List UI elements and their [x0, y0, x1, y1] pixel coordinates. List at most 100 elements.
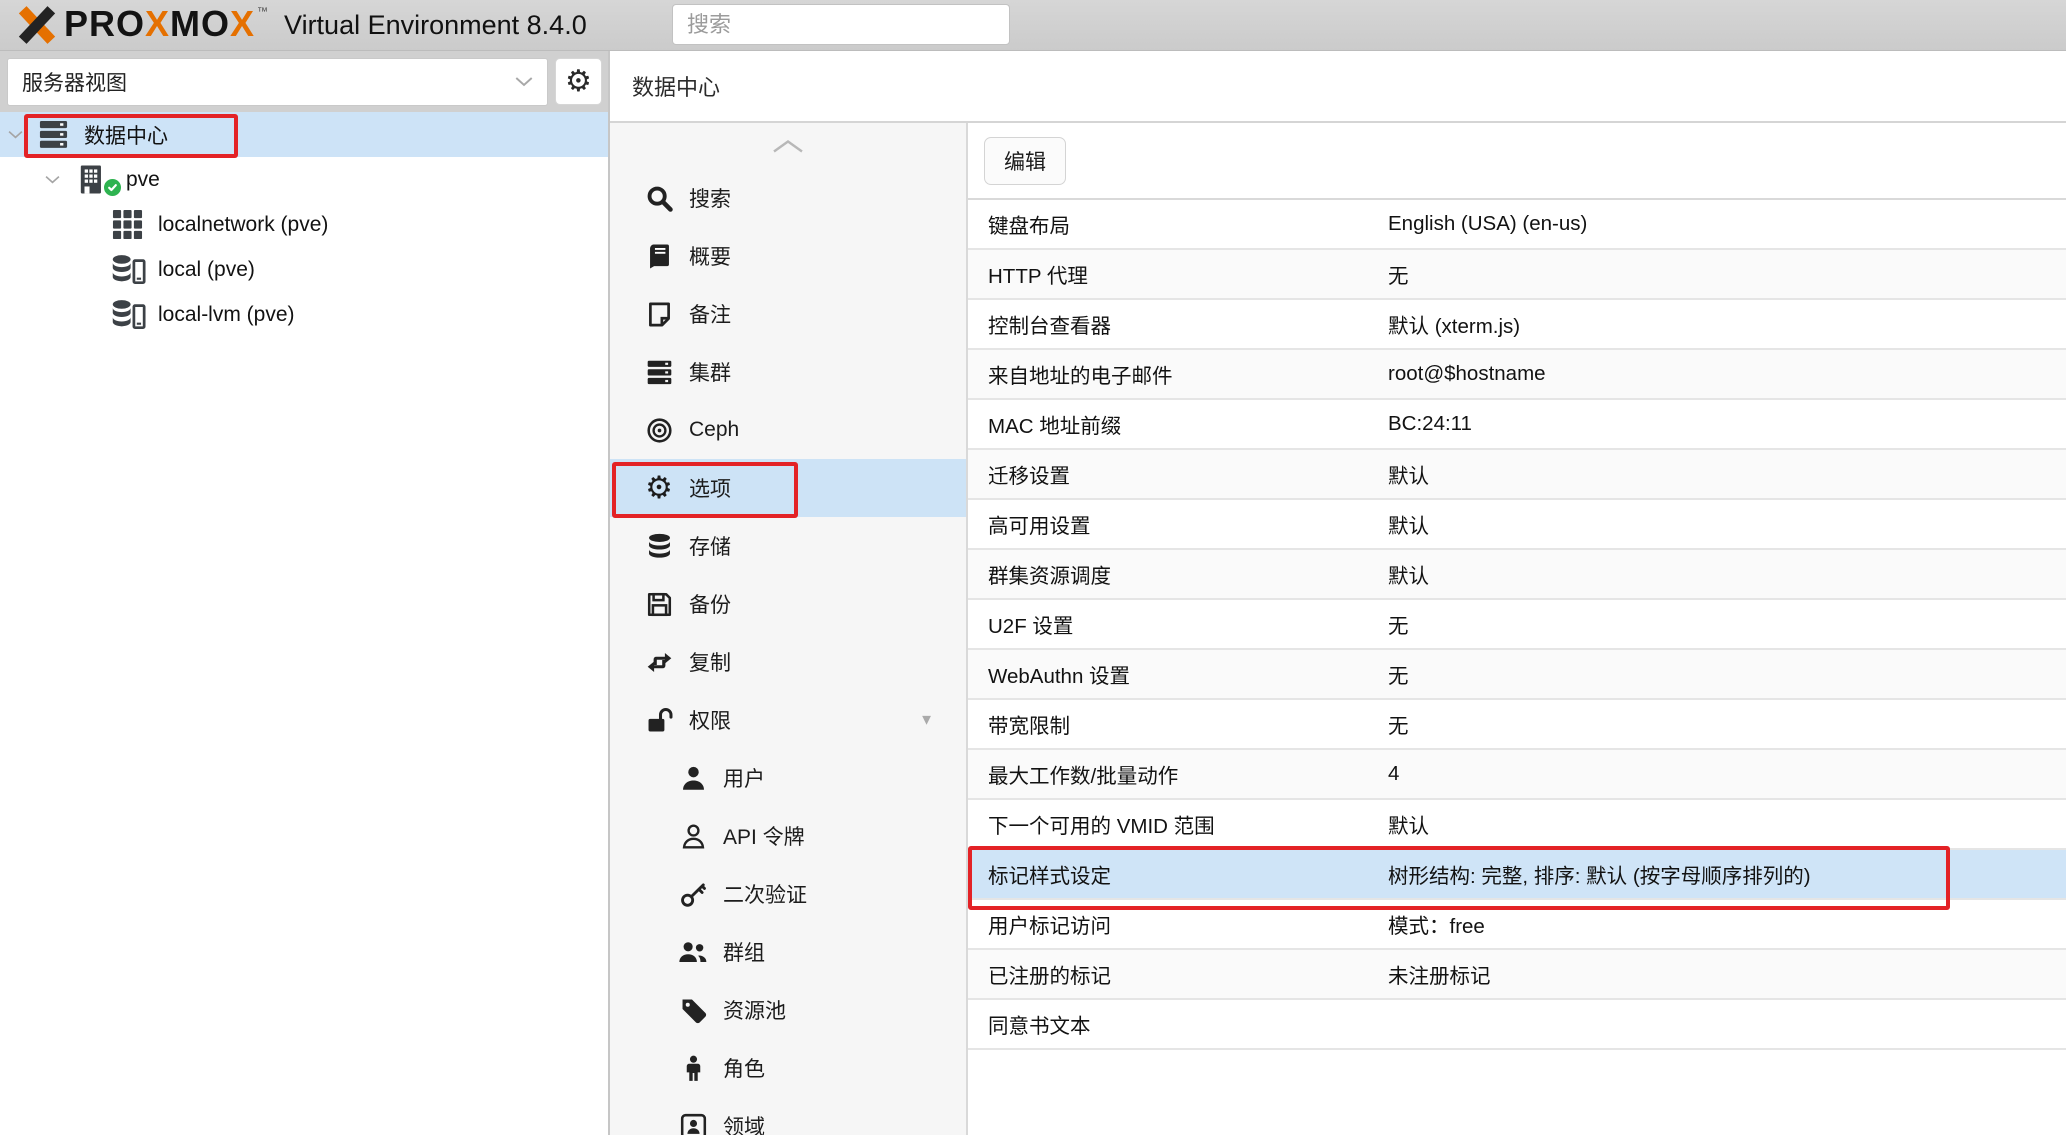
menu-item[interactable]: 复制 — [610, 633, 966, 691]
menu-item-label: 资源池 — [723, 995, 786, 1025]
table-row[interactable]: 控制台查看器 默认 (xterm.js) — [968, 300, 2066, 350]
option-value: 无 — [1388, 709, 2066, 739]
menu-item[interactable]: 角色 — [610, 1039, 966, 1097]
tree-item[interactable]: localnetwork (pve) — [0, 202, 608, 247]
option-value: 默认 — [1388, 559, 2066, 589]
menu-item[interactable]: 群组 — [610, 923, 966, 981]
api-token-icon — [674, 823, 712, 850]
menu-item-label: 群组 — [723, 937, 765, 967]
option-label: MAC 地址前缀 — [968, 409, 1388, 439]
logo-text: PROXMOX — [64, 2, 255, 46]
chevron-down-icon — [515, 76, 533, 87]
option-value: 默认 — [1388, 509, 2066, 539]
tree-item[interactable]: local (pve) — [0, 247, 608, 292]
menu-item[interactable]: 概要 — [610, 227, 966, 285]
menu-item[interactable]: Ceph — [610, 401, 966, 459]
table-row[interactable]: HTTP 代理 无 — [968, 250, 2066, 300]
table-row[interactable]: 迁移设置 默认 — [968, 450, 2066, 500]
option-value: 模式：free — [1388, 909, 2066, 939]
option-value: 默认 — [1388, 459, 2066, 489]
tree-item-label: localnetwork (pve) — [158, 213, 328, 237]
option-value: 4 — [1388, 762, 2066, 786]
menu-item-label: 概要 — [689, 241, 731, 271]
menu-item[interactable]: 资源池 — [610, 981, 966, 1039]
option-value: 无 — [1388, 609, 2066, 639]
user-icon — [674, 765, 712, 792]
proxmox-logo: PROXMOX ™ — [16, 2, 272, 49]
menu-item-label: Ceph — [689, 418, 739, 442]
menu-item-label: 权限 — [689, 705, 731, 735]
tree-item-label: local (pve) — [158, 258, 255, 282]
section-menu: 搜索 概要 备注 — [610, 123, 968, 1135]
menu-item[interactable]: 二次验证 — [610, 865, 966, 923]
menu-item-label: 角色 — [723, 1053, 765, 1083]
tree-item[interactable]: pve — [0, 157, 608, 202]
content-panel: 数据中心 搜索 — [610, 51, 2066, 1135]
search-input[interactable] — [672, 4, 1010, 45]
backup-icon — [640, 591, 678, 618]
tree-item[interactable]: local-lvm (pve) — [0, 292, 608, 337]
table-row[interactable]: 群集资源调度 默认 — [968, 550, 2066, 600]
menu-item[interactable]: API 令牌 — [610, 807, 966, 865]
proxmox-x-icon — [16, 6, 58, 49]
menu-item-label: 二次验证 — [723, 879, 807, 909]
table-row[interactable]: 带宽限制 无 — [968, 700, 2066, 750]
table-row[interactable]: 最大工作数/批量动作 4 — [968, 750, 2066, 800]
resource-tree-panel: 服务器视图 ⚙ — [0, 51, 610, 1135]
two-factor-icon — [674, 881, 712, 908]
table-row[interactable]: 键盘布局 English (USA) (en-us) — [968, 200, 2066, 250]
menu-item[interactable]: 权限 ▼ — [610, 691, 966, 749]
option-label: 同意书文本 — [968, 1009, 1388, 1039]
tree-item-label: local-lvm (pve) — [158, 303, 295, 327]
options-toolbar: 编辑 — [968, 123, 2066, 200]
table-row[interactable]: 同意书文本 — [968, 1000, 2066, 1050]
menu-item-label: 集群 — [689, 357, 731, 387]
tree-item-label: pve — [126, 168, 160, 192]
table-row[interactable]: 用户标记访问 模式：free — [968, 900, 2066, 950]
option-label: 下一个可用的 VMID 范围 — [968, 809, 1388, 839]
table-row[interactable]: 来自地址的电子邮件 root@$hostname — [968, 350, 2066, 400]
option-value: 默认 (xterm.js) — [1388, 309, 2066, 339]
menu-item[interactable]: 用户 — [610, 749, 966, 807]
tree-item-label: 数据中心 — [84, 120, 168, 150]
tree-settings-button[interactable]: ⚙ — [555, 58, 602, 105]
menu-item-label: 存储 — [689, 531, 731, 561]
permissions-lock-icon — [640, 707, 678, 734]
tree-item[interactable]: 数据中心 — [0, 112, 608, 157]
table-row[interactable]: U2F 设置 无 — [968, 600, 2066, 650]
table-row[interactable]: WebAuthn 设置 无 — [968, 650, 2066, 700]
option-label: 迁移设置 — [968, 459, 1388, 489]
menu-item[interactable]: ⚙ 选项 — [610, 459, 966, 517]
options-gear-icon: ⚙ — [640, 473, 678, 504]
chevron-down-icon[interactable] — [45, 175, 75, 184]
online-status-icon — [102, 177, 123, 198]
menu-item[interactable]: 备份 — [610, 575, 966, 633]
table-row[interactable]: 标记样式设定 树形结构: 完整, 排序: 默认 (按字母顺序排列的) — [968, 850, 2066, 900]
menu-item[interactable]: 领域 — [610, 1097, 966, 1135]
option-value: 无 — [1388, 259, 2066, 289]
option-label: 已注册的标记 — [968, 959, 1388, 989]
caret-down-icon: ▼ — [919, 712, 934, 729]
menu-item[interactable]: 集群 — [610, 343, 966, 401]
proxmox-app: PROXMOX ™ Virtual Environment 8.4.0 服务器视… — [0, 0, 2066, 1135]
ceph-icon — [640, 417, 678, 444]
storage-db-icon — [640, 533, 678, 560]
menu-item[interactable]: 备注 — [610, 285, 966, 343]
table-row[interactable]: 已注册的标记 未注册标记 — [968, 950, 2066, 1000]
chevron-down-icon[interactable] — [8, 130, 38, 139]
realms-icon — [674, 1113, 712, 1135]
menu-item-label: 用户 — [723, 763, 765, 793]
view-selector-label: 服务器视图 — [22, 67, 127, 97]
replication-icon — [640, 649, 678, 676]
menu-item[interactable]: 搜索 — [610, 169, 966, 227]
table-row[interactable]: 下一个可用的 VMID 范围 默认 — [968, 800, 2066, 850]
table-row[interactable]: MAC 地址前缀 BC:24:11 — [968, 400, 2066, 450]
view-selector-dropdown[interactable]: 服务器视图 — [7, 58, 548, 106]
cluster-icon — [640, 359, 678, 386]
menu-item[interactable]: 存储 — [610, 517, 966, 575]
edit-button[interactable]: 编辑 — [984, 137, 1066, 185]
collapse-menu-button[interactable] — [610, 123, 966, 169]
table-row[interactable]: 高可用设置 默认 — [968, 500, 2066, 550]
resource-tree: 数据中心 pve — [0, 112, 608, 337]
option-label: HTTP 代理 — [968, 259, 1388, 289]
